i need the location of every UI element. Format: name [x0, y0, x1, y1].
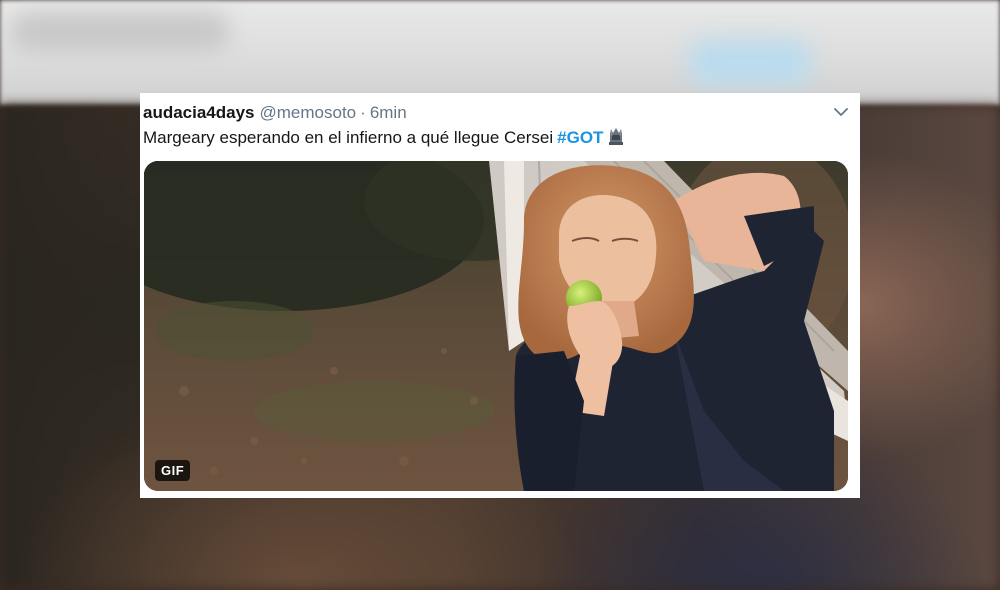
hashtag-link[interactable]: #GOT [557, 128, 603, 147]
gif-badge: GIF [155, 460, 191, 481]
chevron-down-icon[interactable] [834, 107, 848, 117]
gif-frame [144, 161, 848, 491]
display-name[interactable]: audacia4days [143, 103, 255, 122]
tweet-body: Margeary esperando en el infierno a qué … [143, 128, 554, 147]
blurred-background-hashtag [690, 40, 810, 85]
tweet-timestamp[interactable]: 6min [370, 103, 407, 122]
screenshot-stage: audacia4days @memosoto · 6min Margeary espe… [0, 0, 1000, 590]
meta-separator: · [360, 103, 366, 122]
tweet-text: Margeary esperando en el infierno a qué … [143, 127, 624, 149]
user-handle[interactable]: @memosoto [260, 103, 357, 122]
tweet-header: audacia4days @memosoto · 6min [143, 102, 407, 124]
blurred-background-name [10, 12, 230, 52]
throne-emoji-icon [609, 128, 624, 145]
tweet-card: audacia4days @memosoto · 6min Margeary espe… [140, 93, 860, 498]
gif-media[interactable]: GIF [144, 161, 848, 491]
